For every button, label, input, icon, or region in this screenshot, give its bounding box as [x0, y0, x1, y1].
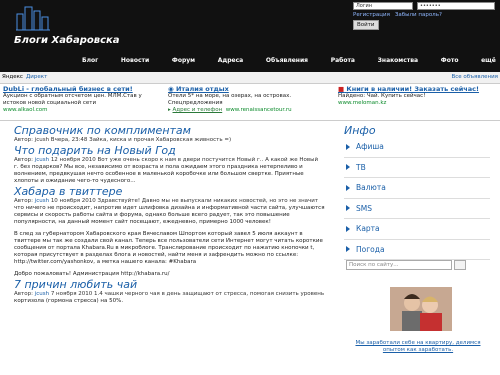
ad-url[interactable]: www.alkaol.com — [3, 107, 153, 114]
nav-addresses[interactable]: Адреса — [218, 57, 243, 69]
arrow-icon — [346, 205, 350, 212]
post-meta: Автор: jcush 12 ноября 2010 Вот уже очен… — [14, 157, 319, 163]
password-input[interactable] — [417, 2, 495, 10]
sidebar-item-afisha[interactable]: Афиша — [344, 137, 490, 158]
nav-news[interactable]: Новости — [121, 57, 149, 69]
site-header: Блоги Хабаровска Регистрация Забыли парол… — [0, 0, 500, 72]
post-meta: Автор: jcush 10 ноября 2010 Здравствуйте… — [14, 198, 319, 204]
ads-block: DubLi - глобальный бизнес в сети! Аукцио… — [0, 84, 500, 121]
author-link[interactable]: jcush — [35, 157, 49, 163]
ad-url[interactable]: www.meloman.kz — [338, 100, 488, 107]
sidebar-item-label: Погода — [356, 244, 385, 254]
sidebar-item-currency[interactable]: Валюта — [344, 178, 490, 199]
post-text: В след за губернатором Хабаровского края… — [14, 231, 323, 265]
ad-text: истоков новой социальной сети — [3, 100, 97, 106]
ad-title-text[interactable]: Италия отдых — [176, 85, 229, 93]
sidebar-item-tv[interactable]: ТВ — [344, 158, 490, 178]
info-icon: ◉ — [168, 85, 174, 93]
ad-item: DubLi - глобальный бизнес в сети! Аукцио… — [3, 86, 153, 114]
site-search-input[interactable]: Поиск по сайту... — [346, 260, 452, 270]
ad-title-text[interactable]: Книги в наличии! Заказать сейчас! — [346, 85, 479, 93]
yandex-direct-bar: Яндекс Директ Все объявления — [0, 72, 500, 84]
post-meta-text: 10 ноября 2010 Здравствуйте! Давно мы не… — [50, 198, 319, 204]
post-meta-text: 12 ноября 2010 Вот уже очень скоро к нам… — [50, 157, 319, 163]
forgot-password-link[interactable]: Забыли пароль? — [395, 12, 442, 18]
nav-blog[interactable]: Блог — [82, 57, 98, 69]
nav-more[interactable]: ещё — [481, 57, 496, 69]
blog-post: 7 причин любить чай Автор: jcush 7 ноябр… — [0, 278, 330, 305]
nav-forum[interactable]: Форум — [172, 57, 195, 69]
arrow-icon — [346, 225, 350, 232]
ad-text: Найдено: Чай. Купить сейчас! — [338, 93, 426, 99]
post-title[interactable]: Хабара в твиттере — [0, 185, 330, 198]
post-meta: Автор: jcush 7 ноября 2010 1.4 чашки чер… — [14, 291, 325, 297]
main-nav: Блог Новости Форум Адреса Объявления Раб… — [82, 57, 496, 69]
direct-label[interactable]: Директ — [26, 72, 47, 83]
all-ads-link[interactable]: Все объявления — [451, 72, 498, 83]
ad-text: Отели 5* на море, на озерах, на островах… — [168, 93, 292, 99]
ad-item: ◉ Италия отдых Отели 5* на море, на озер… — [168, 86, 318, 114]
ad-item: ■ Книги в наличии! Заказать сейчас! Найд… — [338, 86, 488, 107]
ad-address-label[interactable]: Адрес и телефон — [173, 107, 223, 113]
login-button[interactable]: Войти — [353, 20, 379, 30]
arrow-icon — [346, 164, 350, 171]
post-title[interactable]: Справочник по комплиментам — [0, 124, 330, 137]
arrow-icon — [346, 246, 350, 253]
ad-url[interactable]: www.renaissancetour.ru — [226, 107, 292, 113]
post-title[interactable]: 7 причин любить чай — [0, 278, 330, 291]
sidebar-item-map[interactable]: Карта — [344, 219, 490, 240]
main-content: Справочник по комплиментам Автор: jcush … — [0, 124, 330, 375]
ad-title[interactable]: DubLi - глобальный бизнес в сети! — [3, 86, 153, 93]
arrow-icon — [346, 184, 350, 191]
register-link[interactable]: Регистрация — [353, 12, 390, 18]
sidebar-item-weather[interactable]: Погода — [344, 240, 490, 260]
city-logo-icon[interactable] — [16, 4, 50, 32]
post-meta: Автор: jcush Вчера, 23:48 Зайка, киска и… — [14, 137, 232, 143]
sidebar-item-label: Афиша — [356, 142, 384, 152]
search-button[interactable] — [454, 260, 466, 270]
sidebar: Инфо Афиша ТВ Валюта SMS Карта Погода По… — [336, 124, 500, 375]
arrow-icon — [346, 143, 350, 150]
post-title[interactable]: Что подарить на Новый Год — [0, 144, 330, 157]
sidebar-item-label: Валюта — [356, 183, 386, 193]
blog-post: Справочник по комплиментам Автор: jcush … — [0, 124, 330, 144]
nav-dating[interactable]: Знакомства — [378, 57, 418, 69]
sidebar-item-label: ТВ — [356, 162, 366, 172]
promo-photo-image — [390, 287, 452, 331]
post-text: г. без подарков? Мы все, незавиcимо от в… — [14, 164, 304, 184]
post-text: что ничего не происходит, напротив идет … — [14, 205, 325, 225]
post-text: кортизола (гормона стресса) на 50%. — [14, 298, 124, 304]
blog-post: Что подарить на Новый Год Автор: jcush 1… — [0, 144, 330, 185]
username-input[interactable] — [353, 2, 413, 10]
cart-icon: ■ — [338, 85, 345, 93]
sidebar-item-label: Карта — [356, 224, 380, 234]
ad-text: Аукцион с обратным отсчетом цен. МЛМ.Ста… — [3, 93, 142, 99]
blog-post: Хабара в твиттере Автор: jcush 10 ноября… — [0, 185, 330, 278]
nav-photo[interactable]: Фото — [441, 57, 459, 69]
yandex-label[interactable]: Яндекс — [2, 72, 23, 83]
ad-address-link[interactable]: ▸ Адрес и телефон — [168, 107, 222, 113]
sidebar-item-label: SMS — [356, 203, 372, 213]
promo-photo[interactable] — [390, 287, 452, 331]
sidebar-item-sms[interactable]: SMS — [344, 199, 490, 219]
site-title[interactable]: Блоги Хабаровска — [14, 35, 120, 46]
nav-jobs[interactable]: Работа — [331, 57, 355, 69]
ad-title[interactable]: ◉ Италия отдых — [168, 86, 318, 93]
sidebar-title: Инфо — [344, 124, 376, 137]
post-text: Добро пожаловать! Администрация http://k… — [14, 271, 170, 277]
nav-ads[interactable]: Объявления — [266, 57, 308, 69]
ad-title[interactable]: ■ Книги в наличии! Заказать сейчас! — [338, 86, 488, 93]
promo-link[interactable]: Мы заработали себе на квартиру, делимся … — [346, 340, 490, 354]
post-meta-text: 7 ноября 2010 1.4 чашки черного чая в де… — [50, 291, 325, 297]
login-links: Регистрация Забыли пароль? — [353, 12, 447, 18]
ad-text: Спецпредложения — [168, 100, 223, 106]
author-link[interactable]: jcush — [35, 291, 49, 297]
author-link[interactable]: jcush — [35, 198, 49, 204]
login-form: Регистрация Забыли пароль? Войти — [353, 2, 498, 30]
